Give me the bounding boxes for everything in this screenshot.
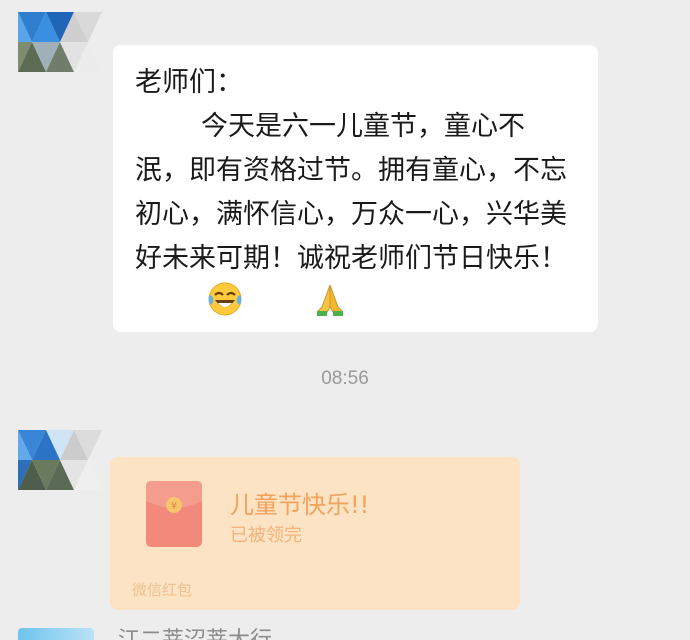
red-packet-footer: 微信红包 — [132, 581, 193, 599]
folded-hands-emoji — [249, 281, 345, 331]
sender-avatar[interactable] — [18, 12, 102, 72]
message-body: 今天是六一儿童节，童心不泯，即有资格过节。拥有童心，不忘初心，满怀信心，万众一心… — [135, 105, 578, 331]
sender-avatar[interactable] — [18, 430, 102, 490]
red-envelope-icon: ¥ — [146, 481, 202, 547]
message-timestamp: 08:56 — [321, 368, 369, 389]
message-greeting: 老师们： — [135, 67, 243, 98]
red-packet-title: 儿童节快乐!! — [230, 491, 370, 519]
red-packet-status: 已被领完 — [230, 525, 302, 546]
next-sender-avatar[interactable] — [18, 628, 94, 640]
tears-of-joy-emoji — [141, 281, 243, 331]
svg-text:¥: ¥ — [171, 501, 177, 512]
next-message-preview: 江二莘沼莘大行 — [118, 628, 272, 640]
message-bubble[interactable]: 老师们： 今天是六一儿童节，童心不泯，即有资格过节。拥有童心，不忘初心，满怀信心… — [113, 45, 598, 332]
message-body-text: 今天是六一儿童节，童心不泯，即有资格过节。拥有童心，不忘初心，满怀信心，万众一心… — [135, 111, 567, 274]
red-packet-card[interactable]: ¥ 儿童节快乐!! 已被领完 微信红包 — [110, 457, 520, 610]
